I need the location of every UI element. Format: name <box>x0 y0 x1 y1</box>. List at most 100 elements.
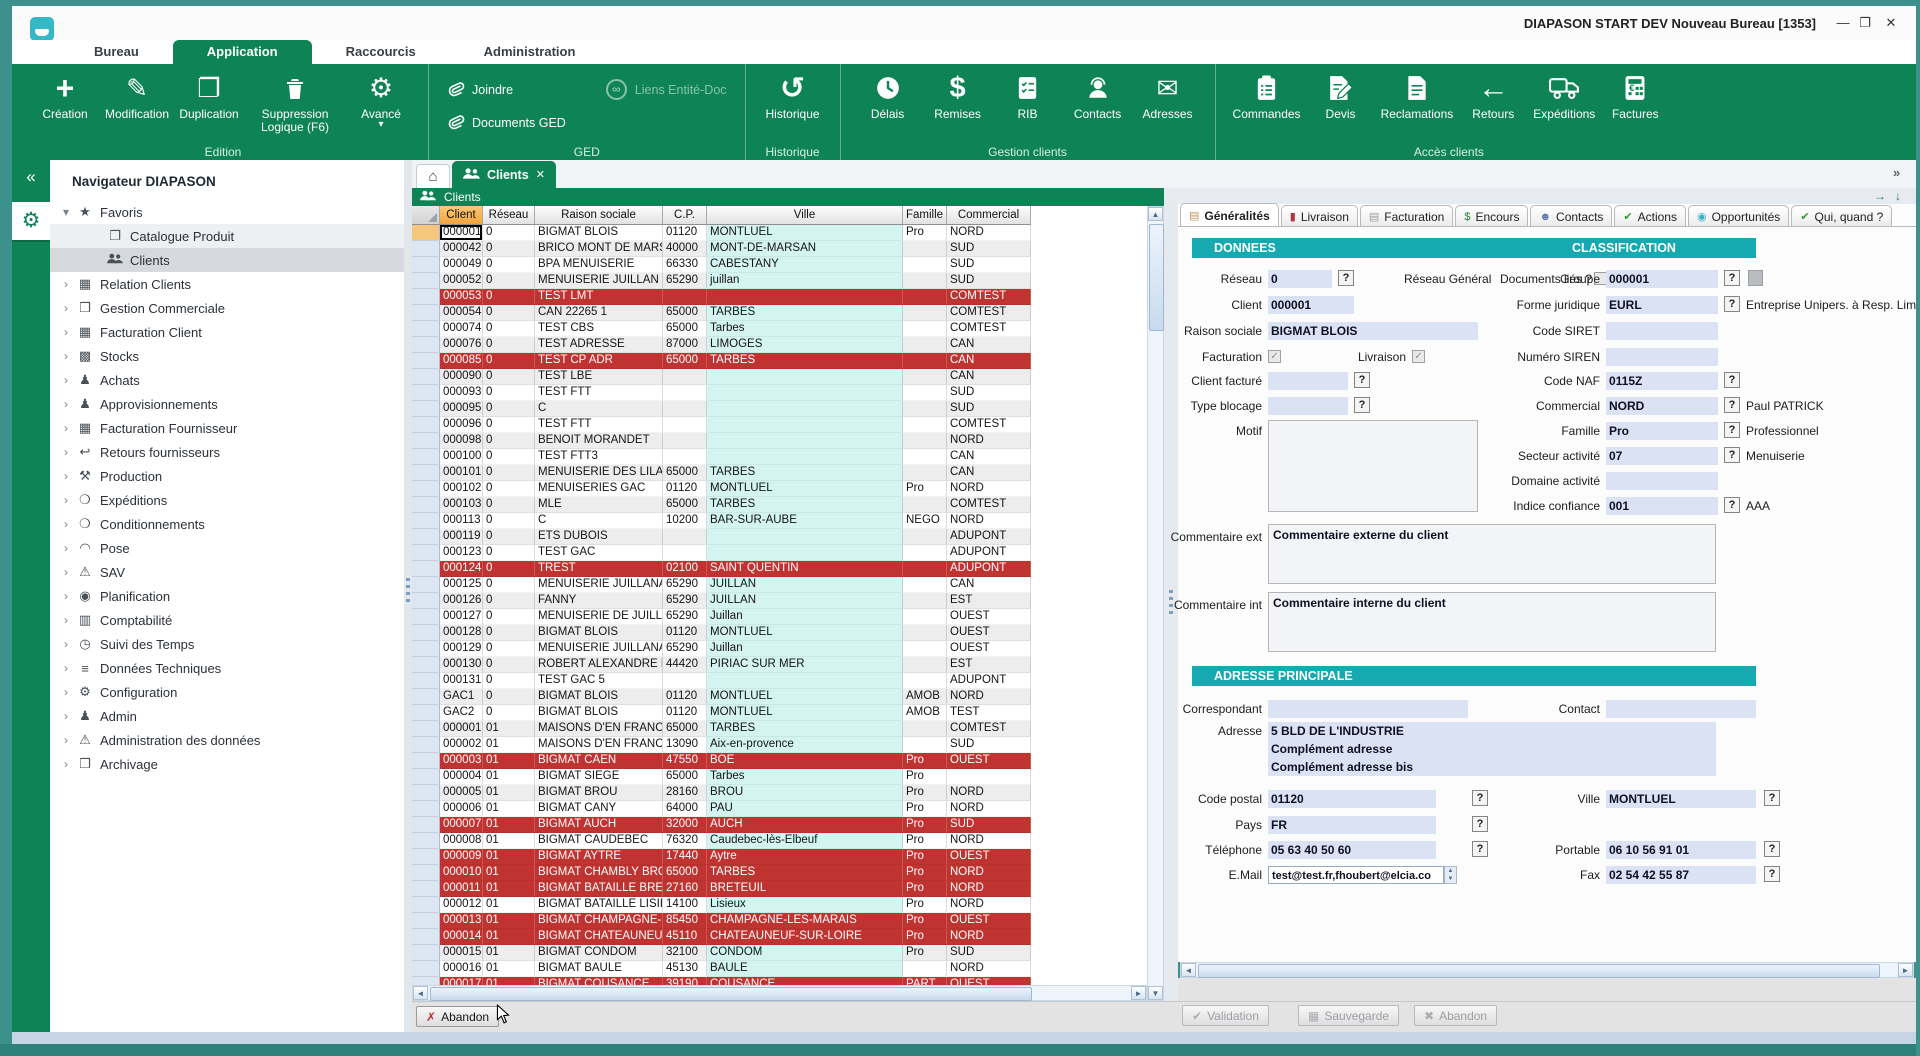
cell-ville[interactable] <box>707 385 903 401</box>
table-row[interactable]: 00000801BIGMAT CAUDEBEC76320Caudebec-lès… <box>412 833 1147 849</box>
cell-commercial[interactable]: SUD <box>947 817 1031 833</box>
cell-commercial[interactable]: NORD <box>947 881 1031 897</box>
cell-client[interactable]: 000049 <box>440 257 483 273</box>
cell-famille[interactable] <box>903 465 947 481</box>
sidebar-item-facturation-client[interactable]: ›▦Facturation Client <box>50 320 404 344</box>
cell-reseau[interactable]: 01 <box>483 977 535 985</box>
cell-client[interactable]: 000002 <box>440 737 483 753</box>
table-row[interactable]: 00001201BIGMAT BATAILLE LISIEU14100Lisie… <box>412 897 1147 913</box>
chevron-down-icon[interactable]: ▾ <box>58 205 74 219</box>
ribbon-button-création[interactable]: +Création <box>30 67 100 122</box>
cell-ville[interactable]: TARBES <box>707 865 903 881</box>
ribbon-button-modification[interactable]: ✎Modification <box>100 67 174 122</box>
cell-raison-sociale[interactable]: TEST FTT <box>535 417 663 433</box>
ribbon-button-retours[interactable]: ←Retours <box>1458 67 1528 122</box>
cell-cp[interactable]: 65290 <box>663 273 707 289</box>
cell-raison-sociale[interactable]: ROBERT ALEXANDRE ET <box>535 657 663 673</box>
row-gutter[interactable] <box>412 785 440 801</box>
chevron-right-icon[interactable]: › <box>58 589 74 603</box>
cell-famille[interactable] <box>903 369 947 385</box>
cell-client[interactable]: 000096 <box>440 417 483 433</box>
cell-client[interactable]: 000008 <box>440 833 483 849</box>
close-tab-icon[interactable]: ✕ <box>536 168 545 181</box>
cell-ville[interactable]: Aytre <box>707 849 903 865</box>
cell-commercial[interactable]: OUEST <box>947 625 1031 641</box>
row-gutter[interactable] <box>412 721 440 737</box>
cell-ville[interactable]: MONT-DE-MARSAN <box>707 241 903 257</box>
cell-raison-sociale[interactable]: ETS DUBOIS <box>535 529 663 545</box>
abandon-button[interactable]: ✖Abandon <box>1414 1005 1497 1026</box>
chevron-right-icon[interactable]: › <box>58 685 74 699</box>
cell-commercial[interactable]: ADUPONT <box>947 673 1031 689</box>
forme-juridique-field[interactable]: EURL <box>1606 296 1718 314</box>
cell-commercial[interactable]: OUEST <box>947 641 1031 657</box>
chevron-right-icon[interactable]: › <box>58 757 74 771</box>
cell-raison-sociale[interactable]: MENUISERIES GAC <box>535 481 663 497</box>
cell-reseau[interactable]: 0 <box>483 321 535 337</box>
row-gutter[interactable] <box>412 353 440 369</box>
ribbon-button-avancé[interactable]: ⚙Avancé▾ <box>346 67 416 131</box>
cell-cp[interactable]: 14100 <box>663 897 707 913</box>
cell-reseau[interactable]: 01 <box>483 865 535 881</box>
cell-raison-sociale[interactable]: BIGMAT BLOIS <box>535 705 663 721</box>
cell-raison-sociale[interactable]: MENUISERIE JUILLAN <box>535 273 663 289</box>
cell-commercial[interactable]: OUEST <box>947 977 1031 985</box>
cell-raison-sociale[interactable]: BIGMAT BATAILLE BRET <box>535 881 663 897</box>
ribbon-button-joindre[interactable]: Joindre <box>447 80 566 100</box>
cell-cp[interactable]: 66330 <box>663 257 707 273</box>
chevron-right-icon[interactable]: › <box>58 493 74 507</box>
cell-famille[interactable] <box>903 529 947 545</box>
secteur-activite-field[interactable]: 07 <box>1606 447 1718 465</box>
cell-raison-sociale[interactable]: BIGMAT BLOIS <box>535 225 663 241</box>
ribbon-button-rib[interactable]: RIB <box>993 67 1063 122</box>
sidebar-item-expéditions[interactable]: ›❍Expéditions <box>50 488 404 512</box>
cell-ville[interactable] <box>707 545 903 561</box>
row-gutter[interactable] <box>412 641 440 657</box>
panel-horizontal-scrollbar[interactable]: ◄ ► <box>1180 962 1914 978</box>
sidebar-item-comptabilité[interactable]: ›▥Comptabilité <box>50 608 404 632</box>
cell-famille[interactable] <box>903 337 947 353</box>
code-postal-field[interactable]: 01120 <box>1268 790 1436 808</box>
cell-reseau[interactable]: 0 <box>483 401 535 417</box>
cell-client[interactable]: 000113 <box>440 513 483 529</box>
row-gutter[interactable] <box>412 321 440 337</box>
cell-client[interactable]: 000100 <box>440 449 483 465</box>
cell-reseau[interactable]: 01 <box>483 721 535 737</box>
table-row[interactable]: 0001190ETS DUBOISADUPONT <box>412 529 1147 545</box>
cell-commercial[interactable]: NORD <box>947 513 1031 529</box>
reseau-help-button[interactable]: ? <box>1338 270 1354 286</box>
panel-tab-encours[interactable]: $Encours <box>1455 205 1528 227</box>
cell-famille[interactable]: Pro <box>903 817 947 833</box>
cell-client[interactable]: 000090 <box>440 369 483 385</box>
cell-famille[interactable] <box>903 737 947 753</box>
cell-reseau[interactable]: 0 <box>483 257 535 273</box>
table-row[interactable]: 0001010MENUISERIE DES LILAS65000TARBESCA… <box>412 465 1147 481</box>
sidebar-item-catalogue-produit[interactable]: ❐Catalogue Produit <box>50 224 404 248</box>
chevron-right-icon[interactable]: › <box>58 277 74 291</box>
table-row[interactable]: 00001301BIGMAT CHAMPAGNE-LE85450CHAMPAGN… <box>412 913 1147 929</box>
table-row[interactable]: 0001310TEST GAC 5ADUPONT <box>412 673 1147 689</box>
cell-client[interactable]: 000009 <box>440 849 483 865</box>
cell-commercial[interactable]: NORD <box>947 433 1031 449</box>
sauvegarde-button[interactable]: ▦Sauvegarde <box>1298 1005 1399 1026</box>
cell-famille[interactable]: AMOB <box>903 689 947 705</box>
cell-ville[interactable] <box>707 289 903 305</box>
row-gutter[interactable] <box>412 529 440 545</box>
cell-cp[interactable]: 01120 <box>663 625 707 641</box>
table-row[interactable]: 0001000TEST FTT3CAN <box>412 449 1147 465</box>
cell-reseau[interactable]: 0 <box>483 385 535 401</box>
commentaire-int-textarea[interactable]: Commentaire interne du client <box>1268 592 1716 652</box>
ville-field[interactable]: MONTLUEL <box>1606 790 1756 808</box>
cell-commercial[interactable] <box>947 769 1031 785</box>
sidebar-item-clients[interactable]: Clients <box>50 248 404 272</box>
cell-raison-sociale[interactable]: BIGMAT BLOIS <box>535 689 663 705</box>
cell-cp[interactable] <box>663 449 707 465</box>
cell-commercial[interactable]: SUD <box>947 945 1031 961</box>
column-header-client[interactable]: Client <box>440 206 483 225</box>
row-gutter[interactable] <box>412 913 440 929</box>
cell-commercial[interactable]: CAN <box>947 577 1031 593</box>
client-facture-field[interactable] <box>1268 372 1348 390</box>
scroll-right-icon[interactable]: ► <box>1131 986 1146 1000</box>
row-gutter[interactable] <box>412 689 440 705</box>
row-gutter[interactable] <box>412 497 440 513</box>
